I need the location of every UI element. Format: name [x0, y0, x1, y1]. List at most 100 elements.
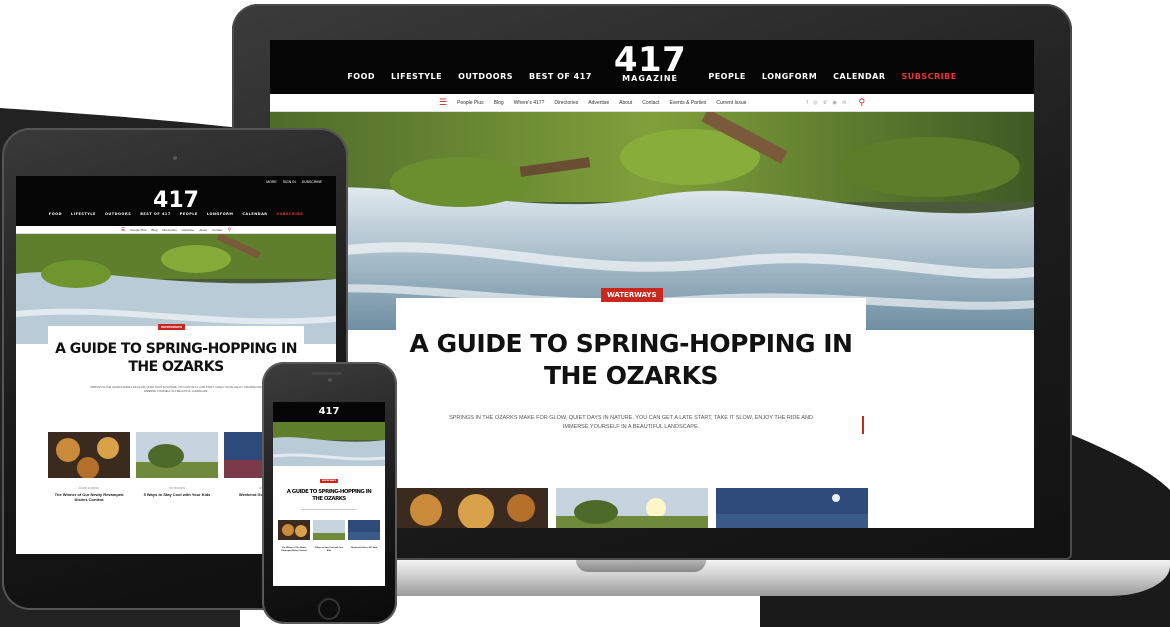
tablet-subnav-advertise[interactable]: Advertise — [182, 228, 195, 232]
nav-item-calendar[interactable]: CALENDAR — [833, 72, 885, 81]
park-photo — [556, 488, 708, 528]
article-title-line2: THE OZARKS — [543, 361, 719, 390]
phone-food-photo — [278, 520, 310, 540]
event-photo — [716, 488, 868, 528]
phone-logo[interactable]: 417 — [273, 402, 385, 417]
article-dek-line1: SPRINGS IN THE OZARKS MAKE FOR GLOW, QUI… — [449, 415, 813, 421]
phone-related: The Winner of Our Newly Revamped Dishes … — [273, 516, 385, 552]
phone-speaker — [312, 372, 342, 375]
phone-home-button[interactable] — [318, 598, 340, 620]
article-card: WATERWAYS A GUIDE TO SPRING-HOPPING IN T… — [396, 288, 866, 448]
tablet-article-title-line1: A GUIDE TO SPRING-HOPPING IN — [55, 341, 297, 357]
tablet-search-icon[interactable]: ⚲ — [227, 227, 231, 233]
sub-nav: ☰ People Plus Blog Where's 417? Director… — [270, 94, 1034, 112]
tablet-nav-best-of-417[interactable]: BEST OF 417 — [140, 212, 171, 216]
tablet-nav-people[interactable]: PEOPLE — [180, 212, 198, 216]
main-nav: FOOD LIFESTYLE OUTDOORS BEST OF 417 417 … — [270, 40, 1034, 94]
tablet-related-item-2[interactable]: OUTDOORS 5 Ways to Stay Cool with Your K… — [136, 432, 218, 502]
tablet-subnav-blog[interactable]: Blog — [151, 228, 157, 232]
related-thumb-event[interactable] — [716, 488, 868, 528]
food-photo — [396, 488, 548, 528]
subnav-contact[interactable]: Contact — [642, 100, 659, 106]
article-dek-line2: IMMERSE YOURSELF IN A BEAUTIFUL LANDSCAP… — [562, 424, 700, 430]
tablet-related-kicker-1: FOOD & DRINK — [78, 486, 100, 490]
tablet-util-bar: MORE SIGN IN SUBSCRIBE — [266, 180, 322, 184]
tablet-nav-subscribe[interactable]: SUBSCRIBE — [277, 212, 304, 216]
menu-icon[interactable]: ☰ — [439, 97, 447, 108]
nav-item-best-of-417[interactable]: BEST OF 417 — [529, 72, 592, 81]
phone-event-photo — [348, 520, 380, 540]
phone-hero-image — [273, 422, 385, 466]
tablet-related-item-1[interactable]: FOOD & DRINK The Winner of Our Newly Rev… — [48, 432, 130, 502]
nav-item-food[interactable]: FOOD — [347, 72, 375, 81]
phone-logo-number: 417 — [318, 406, 340, 417]
tablet-subnav-directories[interactable]: Directories — [162, 228, 176, 232]
subnav-people-plus[interactable]: People Plus — [457, 100, 484, 106]
tablet-camera — [173, 156, 177, 160]
subnav-about[interactable]: About — [619, 100, 632, 106]
phone-site-header: 417 — [273, 402, 385, 422]
tablet-category-tag[interactable]: WATERWAYS — [158, 324, 186, 330]
related-thumb-food[interactable] — [396, 488, 548, 528]
tablet-nav-lifestyle[interactable]: LIFESTYLE — [71, 212, 96, 216]
nav-item-people[interactable]: PEOPLE — [708, 72, 746, 81]
phone-related-item-3[interactable]: Weekend Guide to 417-land — [348, 520, 380, 552]
tablet-site-header: MORE SIGN IN SUBSCRIBE 417 FOOD LIFESTYL… — [16, 176, 336, 226]
article-dek: SPRINGS IN THE OZARKS MAKE FOR GLOW, QUI… — [396, 414, 866, 432]
tablet-related-title-1: The Winner of Our Newly Revamped Dishes … — [54, 492, 124, 502]
tablet-nav-calendar[interactable]: CALENDAR — [242, 212, 267, 216]
dek-bracket — [862, 416, 864, 434]
site-header: FOOD LIFESTYLE OUTDOORS BEST OF 417 417 … — [270, 40, 1034, 94]
phone-screen: 417 WATERWAYS A GUIDE TO SPRING-HOPPING … — [273, 402, 385, 586]
phone-article-card: WATERWAYS A GUIDE TO SPRING-HOPPING IN T… — [273, 466, 385, 510]
tablet-subnav-contact[interactable]: Contact — [212, 228, 222, 232]
tablet-subnav-people-plus[interactable]: People Plus — [130, 228, 146, 232]
search-icon[interactable]: ⚲ — [859, 97, 866, 108]
tablet-nav-outdoors[interactable]: OUTDOORS — [105, 212, 131, 216]
tablet-util-sign-in[interactable]: SIGN IN — [283, 180, 296, 184]
subnav-wheres-417[interactable]: Where's 417? — [514, 100, 545, 106]
nav-item-subscribe[interactable]: SUBSCRIBE — [901, 72, 956, 81]
phone-camera — [328, 378, 332, 382]
phone-river-photo — [273, 422, 385, 466]
subnav-blog[interactable]: Blog — [494, 100, 504, 106]
article-title-line1: A GUIDE TO SPRING-HOPPING IN — [409, 329, 853, 358]
nav-item-outdoors[interactable]: OUTDOORS — [458, 72, 513, 81]
article-title: A GUIDE TO SPRING-HOPPING IN THE OZARKS — [396, 298, 866, 392]
tablet-sub-nav: ☰ People Plus Blog Directories Advertise… — [16, 226, 336, 234]
nav-item-lifestyle[interactable]: LIFESTYLE — [391, 72, 442, 81]
phone-related-title-2: 5 Ways to Stay Cool with Your Kids — [314, 547, 344, 552]
related-thumb-park[interactable] — [556, 488, 708, 528]
subnav-directories[interactable]: Directories — [554, 100, 578, 106]
tablet-nav-longform[interactable]: LONGFORM — [207, 212, 233, 216]
subnav-events[interactable]: Events & Parties — [669, 100, 706, 106]
related-thumbs — [396, 488, 868, 528]
phone-category-tag[interactable]: WATERWAYS — [319, 479, 339, 483]
tablet-related-kicker-2: OUTDOORS — [168, 486, 186, 490]
tablet-menu-icon[interactable]: ☰ — [121, 227, 125, 233]
phone-related-title-3: Weekend Guide to 417-land — [350, 547, 378, 549]
tablet-nav-food[interactable]: FOOD — [49, 212, 62, 216]
phone-article-title: A GUIDE TO SPRING-HOPPING IN THE OZARKS — [277, 489, 381, 503]
phone-title-rule — [301, 509, 357, 510]
tablet-related-title-2: 5 Ways to Stay Cool with Your Kids — [143, 492, 211, 497]
nav-item-longform[interactable]: LONGFORM — [762, 72, 817, 81]
laptop-trackpad-notch — [576, 560, 706, 572]
subnav-current-issue[interactable]: Current Issue — [716, 100, 746, 106]
subnav-advertise[interactable]: Advertise — [588, 100, 609, 106]
phone-related-title-1: The Winner of Our Newly Revamped Dishes … — [281, 547, 307, 552]
category-tag[interactable]: WATERWAYS — [601, 288, 663, 302]
logo-word: MAGAZINE — [622, 74, 679, 83]
phone-article-title-line2: THE OZARKS — [312, 496, 346, 502]
phone-related-item-1[interactable]: The Winner of Our Newly Revamped Dishes … — [278, 520, 310, 552]
tablet-util-more[interactable]: MORE — [266, 180, 277, 184]
site-logo[interactable]: 417 MAGAZINE — [614, 43, 686, 83]
tablet-util-subscribe[interactable]: SUBSCRIBE — [302, 180, 322, 184]
phone-related-item-2[interactable]: 5 Ways to Stay Cool with Your Kids — [313, 520, 345, 552]
phone-article-title-line1: A GUIDE TO SPRING-HOPPING IN — [286, 489, 372, 495]
tablet-article-title: A GUIDE TO SPRING-HOPPING IN THE OZARKS — [48, 326, 304, 376]
tablet-park-photo — [136, 432, 218, 478]
phone-park-photo — [313, 520, 345, 540]
tablet-subnav-about[interactable]: About — [199, 228, 207, 232]
social-icons[interactable]: f ◎ ✆ ◉ ✉ — [806, 100, 848, 106]
